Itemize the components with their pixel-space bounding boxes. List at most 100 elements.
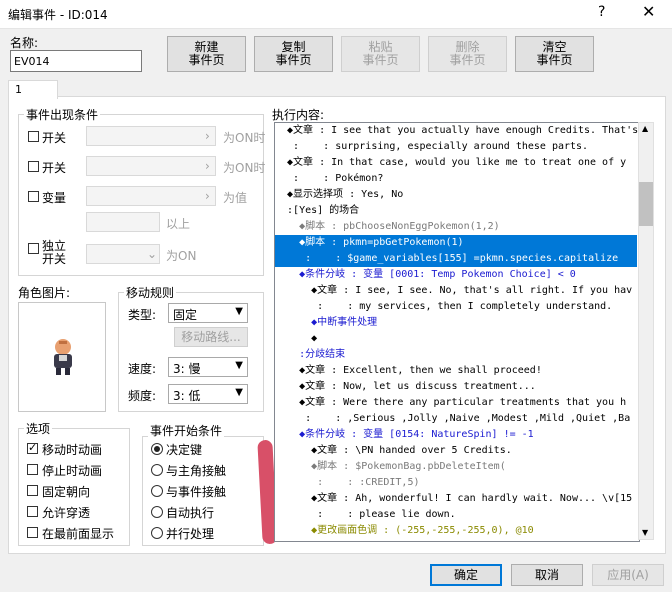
option-walk-anim-label: 移动时动画 bbox=[42, 443, 103, 457]
tab-label: 1 bbox=[15, 83, 22, 96]
commands-title: 执行内容: bbox=[272, 108, 325, 122]
movement-freq-label: 频度: bbox=[128, 389, 157, 403]
paste-page-button[interactable]: 粘贴 事件页 bbox=[341, 36, 420, 72]
option-always-top-checkbox[interactable] bbox=[27, 527, 38, 538]
variable-checkbox[interactable] bbox=[28, 191, 39, 202]
command-line[interactable]: ◆ bbox=[275, 331, 317, 347]
help-button[interactable]: ? bbox=[598, 4, 605, 20]
options-title: 选项 bbox=[24, 420, 53, 437]
ok-button[interactable]: 确定 bbox=[430, 564, 502, 586]
cancel-button[interactable]: 取消 bbox=[511, 564, 583, 586]
chevron-down-icon: ▼ bbox=[235, 387, 243, 398]
new-page-button[interactable]: 新建 事件页 bbox=[167, 36, 246, 72]
variable-above-label: 以上 bbox=[166, 217, 191, 231]
close-icon[interactable]: ✕ bbox=[642, 2, 655, 21]
trigger-action-radio[interactable] bbox=[151, 443, 163, 455]
chevron-down-icon: ▼ bbox=[235, 306, 243, 317]
command-line[interactable]: ◆文章 : Were there any particular treatmen… bbox=[275, 395, 626, 411]
command-list[interactable]: ◆文章 : I see that you actually have enoug… bbox=[274, 122, 640, 542]
switch1-checkbox[interactable] bbox=[28, 131, 39, 142]
switch1-suffix: 为ON时 bbox=[223, 131, 266, 145]
trigger-player-touch-label: 与主角接触 bbox=[166, 464, 227, 478]
variable-value-field[interactable] bbox=[86, 212, 160, 232]
switch2-label: 开关 bbox=[42, 161, 67, 175]
trigger-autorun-radio[interactable] bbox=[151, 506, 163, 518]
command-line[interactable]: ◆脚本 : pbChooseNonEggPokemon(1,2) bbox=[275, 219, 500, 235]
selfswitch-label: 独立 开关 bbox=[42, 239, 67, 266]
command-line[interactable]: :[Yes] 的场合 bbox=[275, 203, 359, 219]
delete-page-button[interactable]: 删除 事件页 bbox=[428, 36, 507, 72]
command-line[interactable]: ◆脚本 : $PokemonBag.pbDeleteItem( bbox=[275, 459, 506, 475]
selfswitch-select[interactable]: ⌄ bbox=[86, 244, 160, 264]
variable-suffix: 为值 bbox=[223, 191, 248, 205]
movement-title: 移动规则 bbox=[124, 284, 177, 301]
graphic-title: 角色图片: bbox=[18, 286, 71, 300]
movement-type-label: 类型: bbox=[128, 308, 157, 322]
variable-label: 变量 bbox=[42, 191, 67, 205]
command-line[interactable]: : : ,Serious ,Jolly ,Naive ,Modest ,Mild… bbox=[275, 411, 630, 427]
command-line[interactable]: ◆文章 : Excellent, then we shall proceed! bbox=[275, 363, 542, 379]
command-line[interactable]: : : surprising, especially around these … bbox=[275, 139, 588, 155]
option-step-anim-checkbox[interactable] bbox=[27, 464, 38, 475]
option-step-anim-label: 停止时动画 bbox=[42, 464, 103, 478]
command-line[interactable]: ◆文章 : I see that you actually have enoug… bbox=[275, 123, 638, 139]
graphic-box[interactable] bbox=[18, 302, 106, 412]
movement-type-select[interactable]: 固定 ▼ bbox=[168, 303, 248, 323]
command-line[interactable]: :分歧结束 bbox=[275, 347, 345, 363]
trigger-player-touch-radio[interactable] bbox=[151, 464, 163, 476]
copy-page-button[interactable]: 复制 事件页 bbox=[254, 36, 333, 72]
scroll-down-icon[interactable]: ▼ bbox=[642, 528, 648, 537]
switch2-checkbox[interactable] bbox=[28, 161, 39, 172]
movement-freq-select[interactable]: 3: 低 ▼ bbox=[168, 384, 248, 404]
conditions-title: 事件出现条件 bbox=[24, 106, 101, 123]
selfswitch-checkbox[interactable] bbox=[28, 243, 39, 254]
command-line[interactable]: : : Pokémon? bbox=[275, 171, 383, 187]
command-line[interactable]: ◆文章 : I see, I see. No, that's all right… bbox=[275, 283, 632, 299]
variable-field[interactable]: › bbox=[86, 186, 216, 206]
selfswitch-suffix: 为ON bbox=[166, 249, 197, 263]
scrollbar-thumb[interactable] bbox=[639, 182, 653, 226]
switch2-suffix: 为ON时 bbox=[223, 161, 266, 175]
title-bar: 编辑事件 - ID:014 ? ✕ bbox=[0, 0, 672, 29]
command-line[interactable]: : : my services, then I completely under… bbox=[275, 299, 612, 315]
command-line[interactable]: ◆文章 : Ah, wonderful! I can hardly wait. … bbox=[275, 491, 632, 507]
option-walk-anim-checkbox[interactable] bbox=[27, 441, 38, 454]
option-direction-fix-label: 固定朝向 bbox=[42, 485, 91, 499]
switch1-label: 开关 bbox=[42, 131, 67, 145]
scroll-up-icon[interactable]: ▲ bbox=[642, 124, 648, 133]
command-line[interactable]: ◆条件分岐 : 变量 [0001: Temp Pokemon Choice] <… bbox=[275, 267, 576, 283]
trigger-parallel-label: 并行处理 bbox=[166, 527, 215, 541]
command-line[interactable]: ◆更改画面色调 : (-255,-255,-255,0), @10 bbox=[275, 523, 534, 539]
option-through-checkbox[interactable] bbox=[27, 506, 38, 517]
trigger-parallel-radio[interactable] bbox=[151, 527, 163, 539]
command-line[interactable]: ◆显示选择项 : Yes, No bbox=[275, 187, 403, 203]
option-direction-fix-checkbox[interactable] bbox=[27, 485, 38, 496]
move-route-button[interactable]: 移动路线... bbox=[174, 327, 248, 347]
name-input[interactable] bbox=[10, 50, 142, 72]
clear-page-button[interactable]: 清空 事件页 bbox=[515, 36, 594, 72]
option-through-label: 允许穿透 bbox=[42, 506, 91, 520]
switch1-field[interactable]: › bbox=[86, 126, 216, 146]
name-label: 名称: bbox=[10, 36, 39, 50]
trigger-title: 事件开始条件 bbox=[148, 422, 225, 439]
apply-button[interactable]: 应用(A) bbox=[592, 564, 664, 586]
trigger-event-touch-radio[interactable] bbox=[151, 485, 163, 497]
command-line[interactable]: : : $game_variables[155] =pkmn.species.c… bbox=[275, 251, 637, 267]
movement-speed-label: 速度: bbox=[128, 362, 157, 376]
command-line[interactable]: ◆文章 : \PN handed over 5 Credits. bbox=[275, 443, 512, 459]
command-line[interactable]: ◆文章 : Now, let us discuss treatment... bbox=[275, 379, 536, 395]
command-line[interactable]: ◆中断事件处理 bbox=[275, 315, 377, 331]
switch2-field[interactable]: › bbox=[86, 156, 216, 176]
command-line[interactable]: : : :CREDIT,5) bbox=[275, 475, 419, 491]
command-line[interactable]: : : please lie down. bbox=[275, 507, 455, 523]
character-sprite bbox=[54, 339, 72, 375]
chevron-down-icon: ▼ bbox=[235, 360, 243, 371]
movement-speed-select[interactable]: 3: 慢 ▼ bbox=[168, 357, 248, 377]
command-line[interactable]: ◆脚本 : pkmn=pbGetPokemon(1) bbox=[275, 235, 637, 251]
command-line[interactable]: ◆条件分岐 : 变量 [0154: NatureSpin] != -1 bbox=[275, 427, 534, 443]
trigger-event-touch-label: 与事件接触 bbox=[166, 485, 227, 499]
tab-page-1[interactable]: 1 bbox=[8, 80, 58, 99]
window-title: 编辑事件 - ID:014 bbox=[8, 8, 108, 22]
command-line[interactable]: ◆文章 : In that case, would you like me to… bbox=[275, 155, 626, 171]
trigger-autorun-label: 自动执行 bbox=[166, 506, 215, 520]
